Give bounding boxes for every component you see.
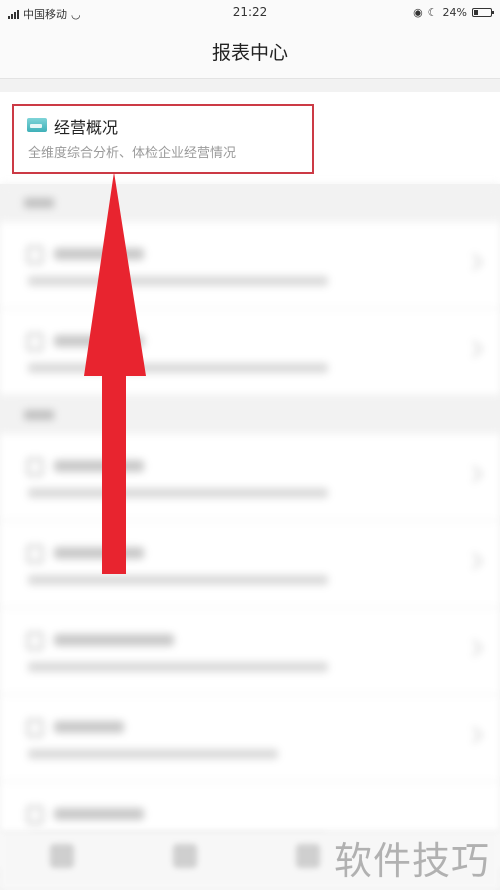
chevron-right-icon [465,465,483,483]
watermark: 软件技巧 [333,839,490,883]
overview-subtitle: 全维度综合分析、体检企业经营情况 [28,146,237,161]
blurred-report-list [0,184,500,889]
chevron-right-icon [465,639,483,657]
status-bar: 中国移动 ◡ 21:22 ◉ ☾ 24% [0,0,500,26]
chevron-right-icon [465,726,483,744]
section-header [0,396,500,434]
status-right: ◉ ☾ 24% [413,6,494,19]
page-title: 报表中心 [211,42,288,64]
list-item[interactable] [0,521,500,608]
chevron-right-icon [465,340,483,358]
section-header [0,184,500,222]
chevron-right-icon [465,253,483,271]
list-item[interactable] [0,222,500,309]
report-card-icon [27,118,47,132]
tab-icon[interactable] [173,844,197,868]
rotation-lock-icon: ◉ [413,6,423,19]
list-item[interactable] [0,608,500,695]
overview-card[interactable]: 经营概况 全维度综合分析、体检企业经营情况 [0,92,500,184]
nav-bar: 报表中心 [0,26,500,79]
overview-title: 经营概况 [54,118,119,137]
list-item[interactable] [0,309,500,396]
battery-icon [472,8,494,17]
tab-icon[interactable] [296,844,320,868]
tab-icon[interactable] [50,844,74,868]
chevron-right-icon [465,552,483,570]
battery-percent: 24% [442,6,467,19]
list-item[interactable] [0,695,500,782]
list-item[interactable] [0,434,500,521]
moon-icon: ☾ [427,6,438,19]
